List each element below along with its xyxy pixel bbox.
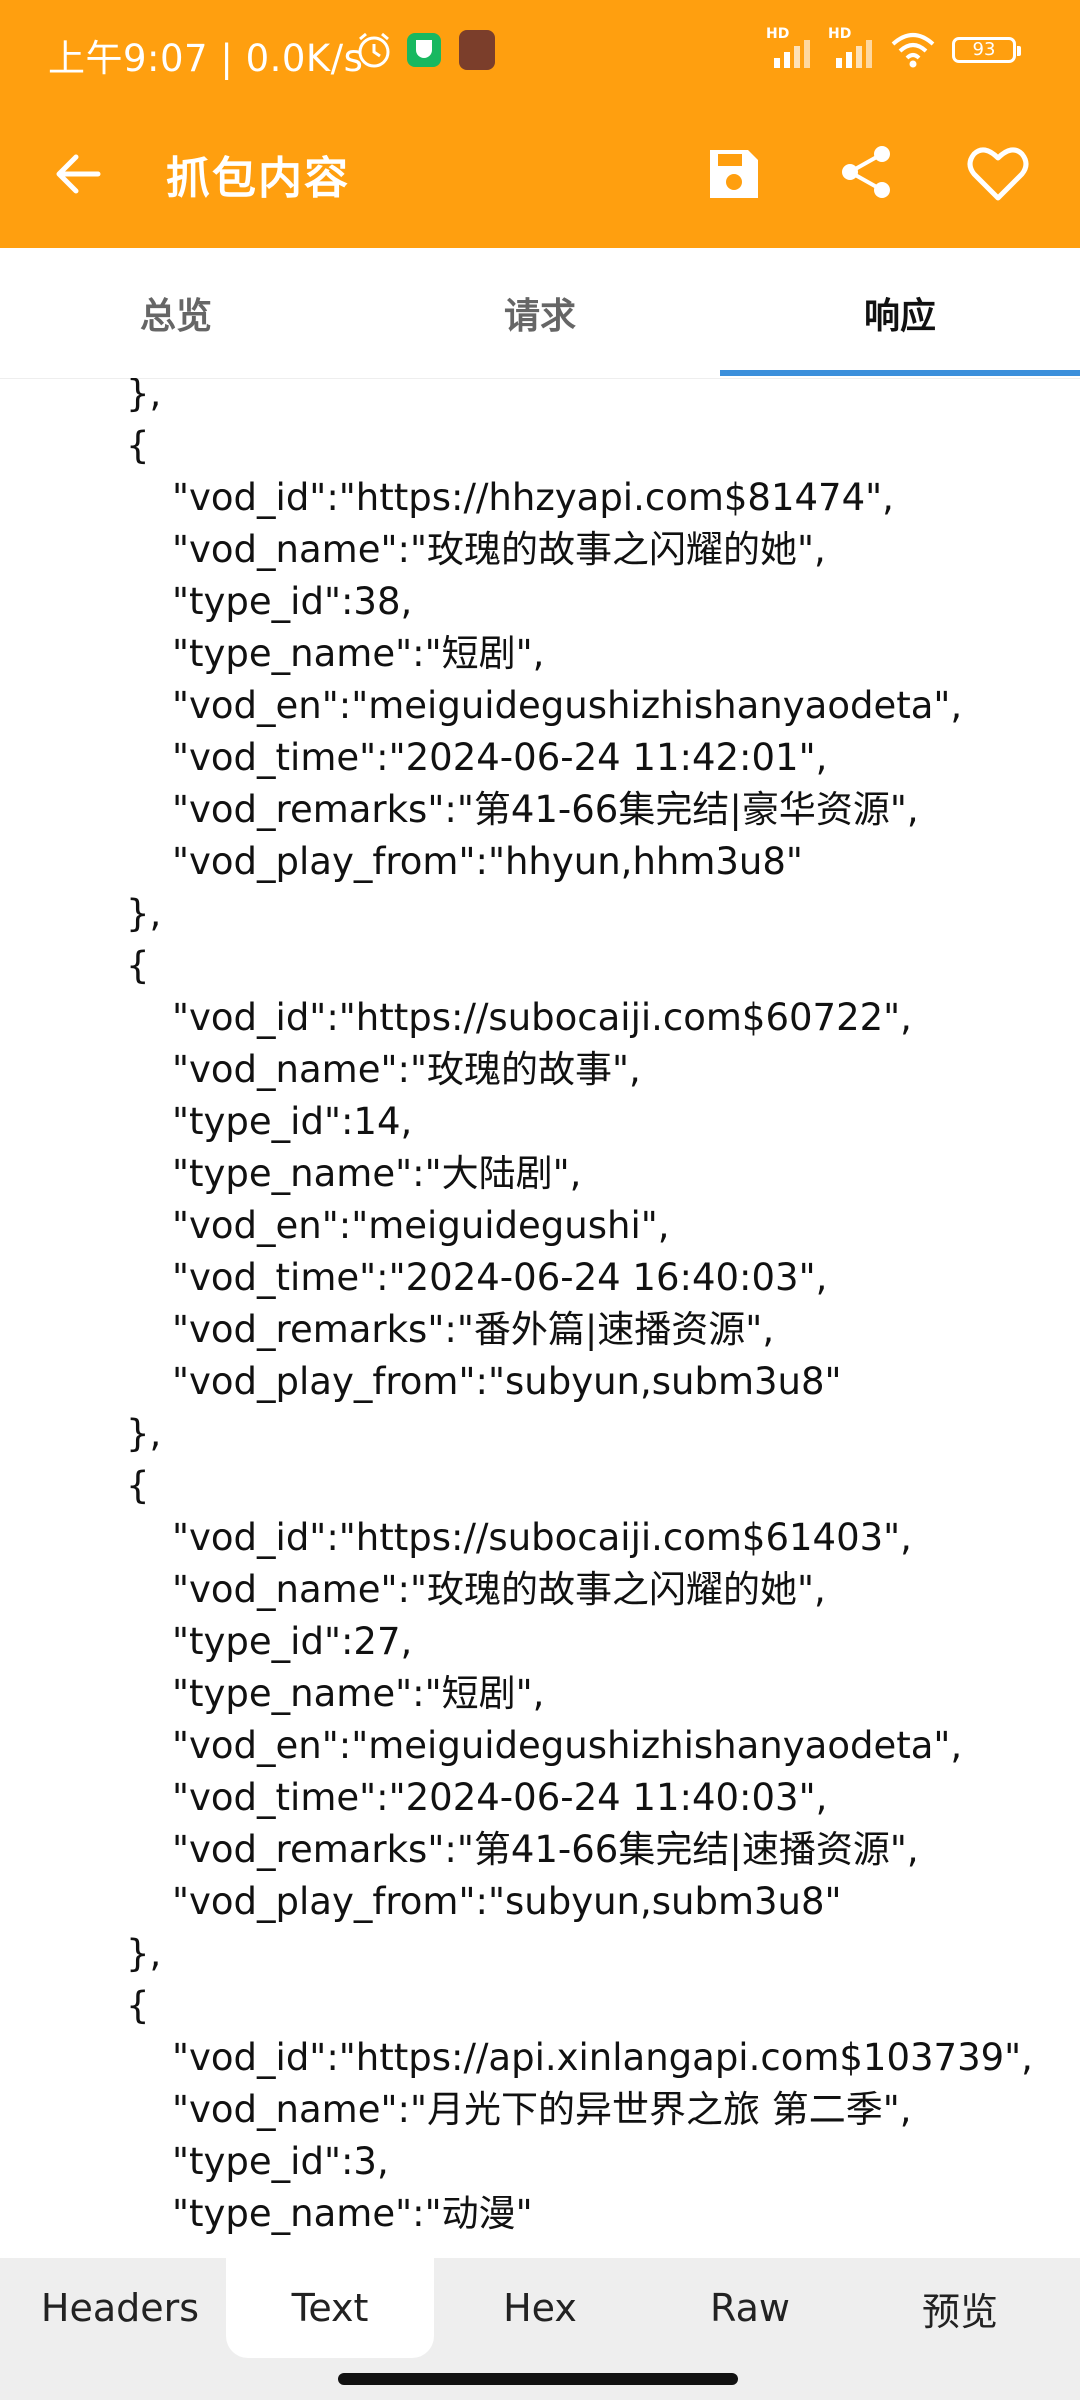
json-line: "vod_play_from":"subyun,subm3u8" xyxy=(172,1880,842,1923)
json-line: "vod_id":"https://api.xinlangapi.com$103… xyxy=(172,2036,1033,2079)
hd-label: HD xyxy=(766,26,790,42)
json-line: }, xyxy=(126,1412,162,1455)
json-line: "vod_remarks":"番外篇|速播资源", xyxy=(172,1308,775,1351)
home-indicator[interactable] xyxy=(338,2373,738,2385)
json-text: "vod_play_from":"hhyun,hhm3u8"}, { "vod_id… xyxy=(0,378,1033,2240)
tab-overview[interactable]: 总览 xyxy=(0,248,360,378)
share-icon[interactable] xyxy=(836,142,896,202)
json-line: { xyxy=(126,424,150,467)
alarm-clock-icon xyxy=(358,32,390,68)
json-line: "vod_name":"玫瑰的故事之闪耀的她", xyxy=(172,528,826,571)
bottom-tab-preview[interactable]: 预览 xyxy=(856,2258,1064,2358)
tab-request[interactable]: 请求 xyxy=(360,248,720,378)
json-line: { xyxy=(126,1984,150,2027)
top-bar: 上午9:07 | 0.0K/s HD HD 93 抓包内容 xyxy=(0,0,1080,248)
json-line: "vod_remarks":"第41-66集完结|豪华资源", xyxy=(172,788,919,831)
bottom-tab-headers[interactable]: Headers xyxy=(16,2258,224,2358)
json-line: "vod_name":"玫瑰的故事", xyxy=(172,1048,641,1091)
tab-indicator xyxy=(720,370,1080,376)
json-line: "type_id":3, xyxy=(172,2140,389,2183)
json-line: "vod_time":"2024-06-24 16:40:03", xyxy=(172,1256,828,1299)
json-line: "type_id":38, xyxy=(172,580,413,623)
json-line: "vod_play_from":"hhyun,hhm3u8" xyxy=(172,840,803,883)
json-line: }, xyxy=(126,892,162,935)
tab-response[interactable]: 响应 xyxy=(720,248,1080,378)
json-line: "vod_id":"https://subocaiji.com$60722", xyxy=(172,996,912,1039)
response-body[interactable]: "vod_play_from":"hhyun,hhm3u8"}, { "vod_id… xyxy=(0,378,1080,2258)
json-line: "type_name":"短剧", xyxy=(172,1672,545,1715)
status-time: 上午9:07 | 0.0K/s xyxy=(48,37,364,80)
json-line: "type_name":"动漫" xyxy=(172,2192,533,2235)
security-app-icon xyxy=(407,33,441,67)
status-bar: 上午9:07 | 0.0K/s HD HD 93 xyxy=(0,0,1080,104)
heart-icon[interactable] xyxy=(966,144,1030,204)
json-line: "vod_name":"月光下的异世界之旅 第二季", xyxy=(172,2088,912,2131)
json-line: "type_id":27, xyxy=(172,1620,413,1663)
arrow-back-icon[interactable] xyxy=(48,144,108,204)
battery-indicator: 93 xyxy=(952,37,1021,63)
page-title: 抓包内容 xyxy=(166,153,350,204)
json-line: "vod_en":"meiguidegushizhishanyaodeta", xyxy=(172,1724,963,1767)
save-icon[interactable] xyxy=(704,144,764,204)
json-line: "vod_en":"meiguidegushi", xyxy=(172,1204,670,1247)
json-line: "vod_play_from":"subyun,subm3u8" xyxy=(172,1360,842,1403)
json-line: "type_name":"大陆剧", xyxy=(172,1152,582,1195)
json-line: { xyxy=(126,1464,150,1507)
json-line: "vod_time":"2024-06-24 11:42:01", xyxy=(172,736,828,779)
json-line: "vod_id":"https://subocaiji.com$61403", xyxy=(172,1516,912,1559)
json-line: "vod_remarks":"第41-66集完结|速播资源", xyxy=(172,1828,919,1871)
json-line: }, xyxy=(126,1932,162,1975)
wifi-icon xyxy=(891,33,935,68)
bottom-tab-hex[interactable]: Hex xyxy=(436,2258,644,2358)
json-line: { xyxy=(126,944,150,987)
tab-bar: 总览 请求 响应 xyxy=(0,248,1080,379)
json-line: "vod_name":"玫瑰的故事之闪耀的她", xyxy=(172,1568,826,1611)
json-line: "vod_time":"2024-06-24 11:40:03", xyxy=(172,1776,828,1819)
json-line: "vod_en":"meiguidegushizhishanyaodeta", xyxy=(172,684,963,727)
game-app-icon xyxy=(459,30,495,70)
json-line: "vod_id":"https://hhzyapi.com$81474", xyxy=(172,476,894,519)
bottom-tab-text[interactable]: Text xyxy=(226,2258,434,2358)
json-line: "type_id":14, xyxy=(172,1100,413,1143)
json-line: "type_name":"短剧", xyxy=(172,632,545,675)
json-line: }, xyxy=(126,378,162,415)
hd-label-2: HD xyxy=(828,26,852,42)
app-bar: 抓包内容 xyxy=(0,104,1080,248)
bottom-tab-raw[interactable]: Raw xyxy=(646,2258,854,2358)
